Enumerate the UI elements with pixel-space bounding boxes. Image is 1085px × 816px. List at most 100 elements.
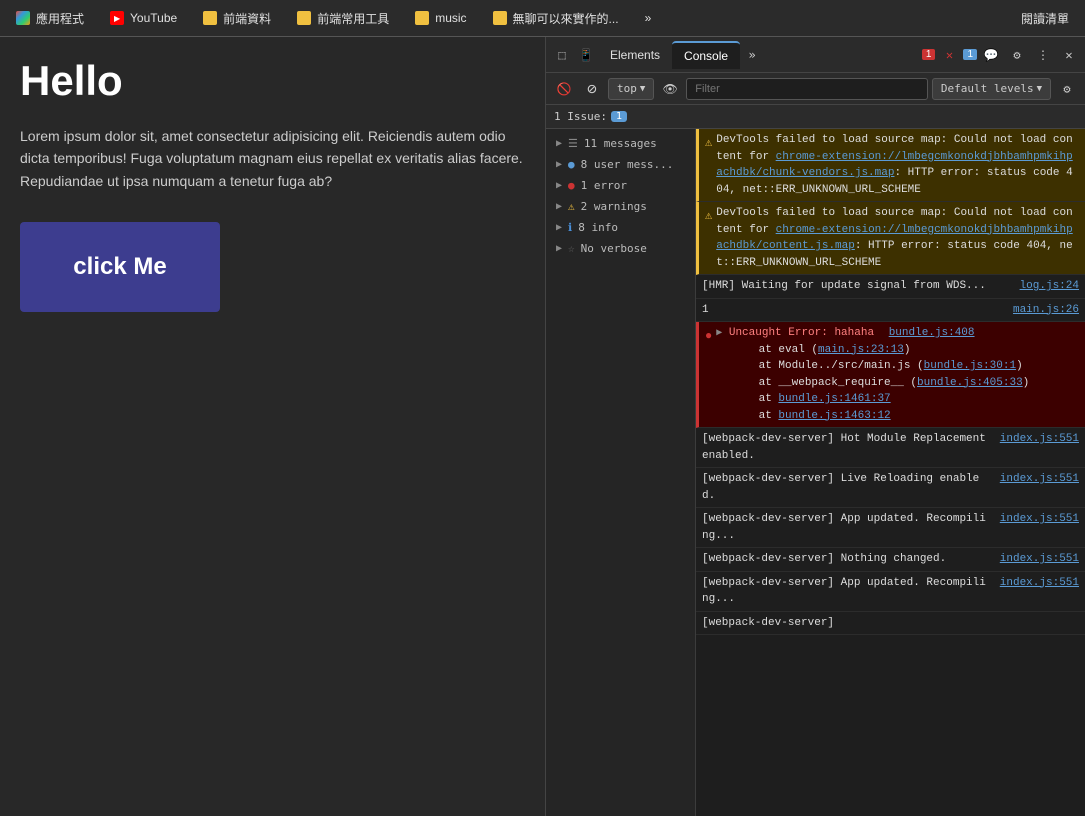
log-content-live: [webpack-dev-server] Live Reloading enab… xyxy=(702,471,988,504)
error-count-badge: 1 xyxy=(922,49,936,60)
console-log-output: ⚠ DevTools failed to load source map: Co… xyxy=(696,129,1085,816)
bundle-link-2[interactable]: bundle.js:405:33 xyxy=(917,377,1023,389)
tab-frontend-data[interactable]: 前端資料 xyxy=(191,4,283,32)
warn-icon-1: ⚠ xyxy=(705,134,712,152)
chrome-ext-link-1[interactable]: chrome-extension://lmbegcmkonokdjbhbamhp… xyxy=(716,151,1072,180)
tab-youtube[interactable]: ▶ YouTube xyxy=(98,4,189,32)
info-filter-icon: ℹ xyxy=(568,221,572,234)
tab-more[interactable]: » xyxy=(633,4,664,32)
devtools-body: ▶ ☰ 11 messages ▶ ● 8 user mess... ▶ ● 1… xyxy=(546,129,1085,816)
filter-errors[interactable]: ▶ ● 1 error xyxy=(546,175,695,196)
error-expand-tri[interactable]: ▶ xyxy=(716,328,722,339)
click-me-button[interactable]: click Me xyxy=(20,222,220,312)
chevron-down-icon-2: ▼ xyxy=(1037,84,1042,94)
log-source-updated-1[interactable]: index.js:551 xyxy=(1000,511,1079,528)
devtools-tab-console[interactable]: Console xyxy=(672,41,740,69)
log-content-1: 1 xyxy=(702,302,1001,319)
log-row-updated-2: [webpack-dev-server] App updated. Recomp… xyxy=(696,572,1085,612)
eye-icon-button[interactable]: 👁 xyxy=(658,77,682,101)
info-expand-icon: ▶ xyxy=(556,222,562,233)
log-row-1: 1 main.js:26 xyxy=(696,299,1085,323)
log-source-hot[interactable]: index.js:551 xyxy=(1000,431,1079,448)
devtools-controls-bar: 🚫 ⊘ top ▼ 👁 Default levels ▼ ⚙ xyxy=(546,73,1085,105)
filter-warnings[interactable]: ▶ ⚠ 2 warnings xyxy=(546,196,695,217)
clear-console-button[interactable]: ⊘ xyxy=(580,77,604,101)
warn-expand-icon: ▶ xyxy=(556,201,562,212)
log-content-hot: [webpack-dev-server] Hot Module Replacem… xyxy=(702,431,988,464)
error-badge-button[interactable]: ✕ xyxy=(937,43,961,67)
error-circle-icon: ● xyxy=(705,327,712,345)
verbose-filter-label: No verbose xyxy=(581,242,647,255)
tab-boredom-label: 無聊可以來實作的... xyxy=(513,10,619,27)
device-toggle-button[interactable]: 📱 xyxy=(574,43,598,67)
log-row-hot: [webpack-dev-server] Hot Module Replacem… xyxy=(696,428,1085,468)
filter-all-messages[interactable]: ▶ ☰ 11 messages xyxy=(546,133,695,154)
devtools-settings-button[interactable]: ⚙ xyxy=(1005,43,1029,67)
devtools-tab-more[interactable]: » xyxy=(740,43,764,67)
bundle-link-3[interactable]: bundle.js:1461:37 xyxy=(778,393,890,405)
bundle-link-1[interactable]: bundle.js:30:1 xyxy=(924,360,1016,372)
execution-context-selector[interactable]: top ▼ xyxy=(608,78,654,100)
log-row-live: [webpack-dev-server] Live Reloading enab… xyxy=(696,468,1085,508)
tab-youtube-label: YouTube xyxy=(130,11,177,25)
tab-more-label: » xyxy=(645,11,652,25)
log-source-updated-2[interactable]: index.js:551 xyxy=(1000,575,1079,592)
log-content-nothing: [webpack-dev-server] Nothing changed. xyxy=(702,551,988,568)
log-source-bundle[interactable]: bundle.js:408 xyxy=(889,327,975,339)
tab-read-list-label: 閱讀清單 xyxy=(1021,10,1069,27)
tab-frontend-data-label: 前端資料 xyxy=(223,10,271,27)
tab-read-list[interactable]: 閱讀清單 xyxy=(1009,4,1081,32)
devtools-tab-elements[interactable]: Elements xyxy=(598,41,672,69)
error-filter-label: 1 error xyxy=(581,179,627,192)
log-content-hmr: [HMR] Waiting for update signal from WDS… xyxy=(702,278,1008,295)
log-row-nothing: [webpack-dev-server] Nothing changed. in… xyxy=(696,548,1085,572)
tab-frontend-tools[interactable]: 前端常用工具 xyxy=(285,4,401,32)
log-source-live[interactable]: index.js:551 xyxy=(1000,471,1079,488)
log-source-hmr[interactable]: log.js:24 xyxy=(1020,278,1079,295)
warn-icon-2: ⚠ xyxy=(705,207,712,225)
log-row-hmr: [HMR] Waiting for update signal from WDS… xyxy=(696,275,1085,299)
block-requests-button[interactable]: 🚫 xyxy=(552,77,576,101)
devtools-more-button[interactable]: ⋮ xyxy=(1031,43,1055,67)
verbose-filter-icon: ☆ xyxy=(568,242,575,255)
error-uncaught-label: Uncaught Error: hahaha xyxy=(729,327,874,339)
devtools-top-icons: 1 ✕ 1 💬 ⚙ ⋮ ✕ xyxy=(922,43,1081,67)
log-content-updated-1: [webpack-dev-server] App updated. Recomp… xyxy=(702,511,988,544)
user-filter-label: 8 user mess... xyxy=(581,158,674,171)
all-expand-icon: ▶ xyxy=(556,138,562,149)
tab-boredom[interactable]: 無聊可以來實作的... xyxy=(481,4,631,32)
all-filter-icon: ☰ xyxy=(568,137,578,150)
console-settings-button[interactable]: ⚙ xyxy=(1055,77,1079,101)
filter-verbose[interactable]: ▶ ☆ No verbose xyxy=(546,238,695,259)
console-filter-input[interactable] xyxy=(686,78,928,100)
error-expand-icon: ▶ xyxy=(556,180,562,191)
bundle-link-4[interactable]: bundle.js:1463:12 xyxy=(778,410,890,422)
error-filter-icon: ● xyxy=(568,179,575,192)
info-badge-button[interactable]: 💬 xyxy=(979,43,1003,67)
devtools-panel: ⬚ 📱 Elements Console » 1 ✕ 1 💬 ⚙ ⋮ ✕ 🚫 ⊘… xyxy=(545,37,1085,816)
filter-info[interactable]: ▶ ℹ 8 info xyxy=(546,217,695,238)
page-body-text: Lorem ipsum dolor sit, amet consectetur … xyxy=(20,125,525,192)
tab-apps[interactable]: 應用程式 xyxy=(4,4,96,32)
tab-music[interactable]: music xyxy=(403,4,478,32)
log-source-nothing[interactable]: index.js:551 xyxy=(1000,551,1079,568)
filter-user-messages[interactable]: ▶ ● 8 user mess... xyxy=(546,154,695,175)
log-row-error: ● ▶ Uncaught Error: hahaha bundle.js:408… xyxy=(696,322,1085,428)
default-levels-button[interactable]: Default levels ▼ xyxy=(932,78,1051,100)
issues-count-badge: 1 xyxy=(611,111,627,122)
chevron-down-icon: ▼ xyxy=(640,84,645,94)
user-filter-icon: ● xyxy=(568,158,575,171)
tab-bar: 應用程式 ▶ YouTube 前端資料 前端常用工具 music 無聊可以來實作… xyxy=(0,0,1085,36)
page-content: Hello Lorem ipsum dolor sit, amet consec… xyxy=(0,37,545,816)
verbose-expand-icon: ▶ xyxy=(556,243,562,254)
music-favicon xyxy=(415,11,429,25)
devtools-close-button[interactable]: ✕ xyxy=(1057,43,1081,67)
log-source-1[interactable]: main.js:26 xyxy=(1013,302,1079,319)
frontend-data-favicon xyxy=(203,11,217,25)
chrome-ext-link-2[interactable]: chrome-extension://lmbegcmkonokdjbhbamhp… xyxy=(716,224,1072,253)
devtools-topbar: ⬚ 📱 Elements Console » 1 ✕ 1 💬 ⚙ ⋮ ✕ xyxy=(546,37,1085,73)
main-js-link[interactable]: main.js:23:13 xyxy=(818,344,904,356)
cursor-tool-button[interactable]: ⬚ xyxy=(550,43,574,67)
user-expand-icon: ▶ xyxy=(556,159,562,170)
message-filter-sidebar: ▶ ☰ 11 messages ▶ ● 8 user mess... ▶ ● 1… xyxy=(546,129,696,816)
